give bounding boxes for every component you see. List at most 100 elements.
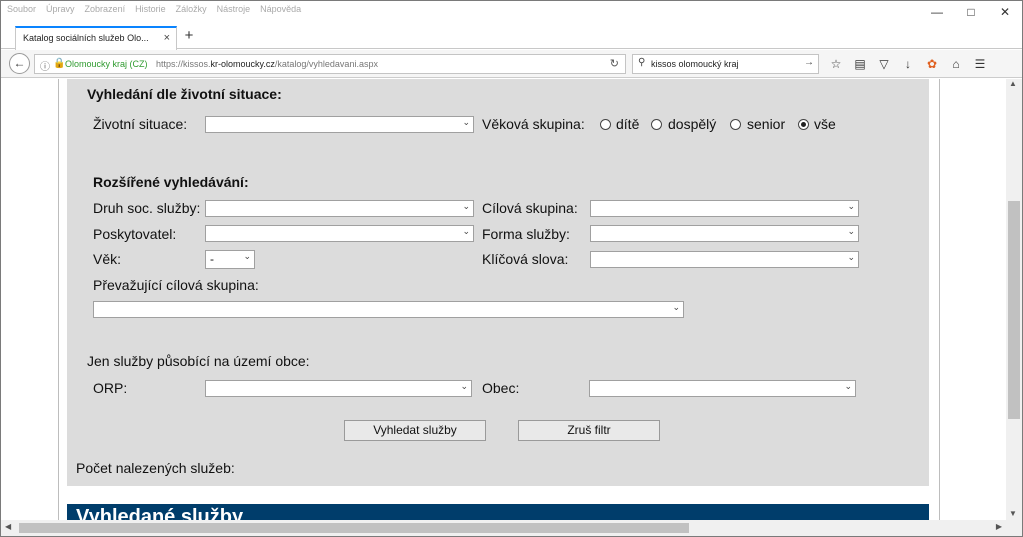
results-banner: Vyhledané služby: [67, 504, 929, 520]
vertical-scroll-thumb[interactable]: [1008, 201, 1020, 419]
chevron-down-icon: ⌄: [847, 226, 855, 236]
extended-search-heading: Rozšířené vyhledávání:: [93, 174, 249, 190]
scroll-down-icon[interactable]: ▼: [1009, 509, 1017, 518]
horizontal-scroll-thumb[interactable]: [19, 523, 689, 533]
target-group-select[interactable]: ⌄: [590, 200, 859, 217]
chevron-down-icon: ⌄: [847, 201, 855, 211]
search-form-panel: Vyhledání dle životní situace: Životní s…: [67, 79, 929, 486]
life-situation-heading: Vyhledání dle životní situace:: [87, 86, 282, 102]
life-situation-label: Životní situace:: [93, 116, 188, 132]
service-form-select[interactable]: ⌄: [590, 225, 859, 242]
reading-list-icon[interactable]: ▤: [848, 55, 872, 73]
radio-adult[interactable]: [651, 119, 662, 130]
age-label: Věk:: [93, 251, 122, 267]
menu-history[interactable]: Historie: [135, 4, 166, 14]
toolbar: ☆ ▤ ▽ ↓ ✿ ⌂ ☰: [824, 55, 992, 73]
age-select[interactable]: - ⌄: [205, 250, 255, 269]
target-group-label: Cílová skupina:: [482, 200, 578, 216]
result-count-label: Počet nalezených služeb:: [76, 460, 235, 476]
chevron-down-icon: ⌄: [462, 117, 470, 127]
window-controls: — □ ✕: [920, 1, 1022, 23]
maximize-button[interactable]: □: [954, 1, 988, 23]
service-form-label: Forma služby:: [482, 226, 570, 242]
chevron-down-icon: ⌄: [462, 226, 470, 236]
reset-filter-button[interactable]: Zruš filtr: [518, 420, 660, 441]
site-identity[interactable]: Olomoucky kraj (CZ): [65, 59, 148, 69]
provider-select[interactable]: ⌄: [205, 225, 474, 242]
scroll-left-icon[interactable]: ◀: [5, 522, 11, 531]
radio-child-label[interactable]: dítě: [616, 116, 639, 132]
obec-select[interactable]: ⌄: [589, 380, 856, 397]
search-value: kissos olomoucký kraj: [651, 59, 739, 69]
keywords-label: Klíčová slova:: [482, 251, 569, 267]
main-target-group-select[interactable]: ⌄: [93, 301, 684, 318]
title-bar: Soubor Úpravy Zobrazení Historie Záložky…: [1, 1, 1022, 23]
search-services-button[interactable]: Vyhledat služby: [344, 420, 486, 441]
chevron-down-icon: ⌄: [672, 302, 680, 312]
municipality-heading: Jen služby působící na území obce:: [87, 353, 310, 369]
minimize-button[interactable]: —: [920, 1, 954, 23]
tab-close-button[interactable]: ×: [164, 32, 170, 44]
back-icon[interactable]: ←: [9, 53, 30, 74]
menu-file[interactable]: Soubor: [7, 4, 36, 14]
orp-select[interactable]: ⌄: [205, 380, 472, 397]
chevron-down-icon: ⌄: [847, 252, 855, 262]
close-window-button[interactable]: ✕: [988, 1, 1022, 23]
chevron-down-icon: ⌄: [243, 251, 251, 261]
obec-label: Obec:: [482, 380, 520, 396]
radio-adult-label[interactable]: dospělý: [668, 116, 716, 132]
provider-label: Poskytovatel:: [93, 226, 177, 242]
keywords-select[interactable]: ⌄: [590, 251, 859, 268]
radio-all[interactable]: [798, 119, 809, 130]
horizontal-scrollbar[interactable]: ◀ ▶: [1, 520, 1006, 536]
radio-child[interactable]: [600, 119, 611, 130]
new-tab-button[interactable]: +: [181, 26, 197, 46]
url-path: /katalog/vyhledavani.aspx: [274, 59, 378, 69]
chevron-down-icon: ⌄: [462, 201, 470, 211]
tab-title: Katalog sociálních služeb Olo...: [23, 33, 149, 43]
scroll-right-icon[interactable]: ▶: [996, 522, 1002, 531]
arrow-right-icon[interactable]: →: [804, 57, 814, 68]
home-icon[interactable]: ⌂: [944, 55, 968, 73]
scroll-up-icon[interactable]: ▲: [1009, 79, 1017, 88]
menu-help[interactable]: Nápověda: [260, 4, 301, 14]
search-icon: ⚲: [638, 57, 646, 68]
lock-icon[interactable]: 🔒: [53, 58, 65, 69]
menu-view[interactable]: Zobrazení: [85, 4, 126, 14]
orp-label: ORP:: [93, 380, 128, 396]
url-domain: kr-olomoucky.cz: [210, 59, 275, 69]
url-prefix: https://kissos.: [156, 59, 211, 69]
age-group-label: Věková skupina:: [482, 116, 585, 132]
menu-bookmarks[interactable]: Záložky: [176, 4, 207, 14]
tab-active[interactable]: Katalog sociálních služeb Olo... ×: [15, 26, 177, 50]
service-type-select[interactable]: ⌄: [205, 200, 474, 217]
radio-senior[interactable]: [730, 119, 741, 130]
url-bar[interactable]: ⓘ 🔒 Olomoucky kraj (CZ) https://kissos.k…: [34, 54, 626, 74]
search-bar[interactable]: ⚲ kissos olomoucký kraj →: [632, 54, 819, 74]
url-text[interactable]: https://kissos.kr-olomoucky.cz/katalog/v…: [156, 59, 378, 69]
chevron-down-icon: ⌄: [460, 381, 468, 391]
life-situation-select[interactable]: ⌄: [205, 116, 474, 133]
menu-edit[interactable]: Úpravy: [46, 4, 75, 14]
page-content: Vyhledání dle životní situace: Životní s…: [1, 79, 1006, 520]
info-icon[interactable]: ⓘ: [40, 58, 50, 73]
vertical-scrollbar[interactable]: ▲ ▼: [1006, 79, 1022, 520]
download-icon[interactable]: ↓: [896, 55, 920, 73]
service-type-label: Druh soc. služby:: [93, 200, 201, 216]
main-target-group-label: Převažující cílová skupina:: [93, 277, 259, 293]
star-icon[interactable]: ☆: [824, 55, 848, 73]
reload-icon[interactable]: ↻: [610, 57, 619, 70]
menu-bar: Soubor Úpravy Zobrazení Historie Záložky…: [7, 4, 301, 14]
navigation-bar: ← ⓘ 🔒 Olomoucky kraj (CZ) https://kissos…: [1, 50, 1022, 78]
browser-window: Soubor Úpravy Zobrazení Historie Záložky…: [0, 0, 1023, 537]
hamburger-menu-icon[interactable]: ☰: [968, 55, 992, 73]
radio-all-label[interactable]: vše: [814, 116, 836, 132]
tab-strip: Katalog sociálních služeb Olo... × +: [1, 23, 1022, 50]
chevron-down-icon: ⌄: [844, 381, 852, 391]
radio-senior-label[interactable]: senior: [747, 116, 785, 132]
extension-icon[interactable]: ✿: [920, 55, 944, 73]
pocket-icon[interactable]: ▽: [872, 55, 896, 73]
menu-tools[interactable]: Nástroje: [217, 4, 251, 14]
results-heading: Vyhledané služby: [76, 506, 244, 520]
scrollbar-corner: [1006, 520, 1022, 536]
